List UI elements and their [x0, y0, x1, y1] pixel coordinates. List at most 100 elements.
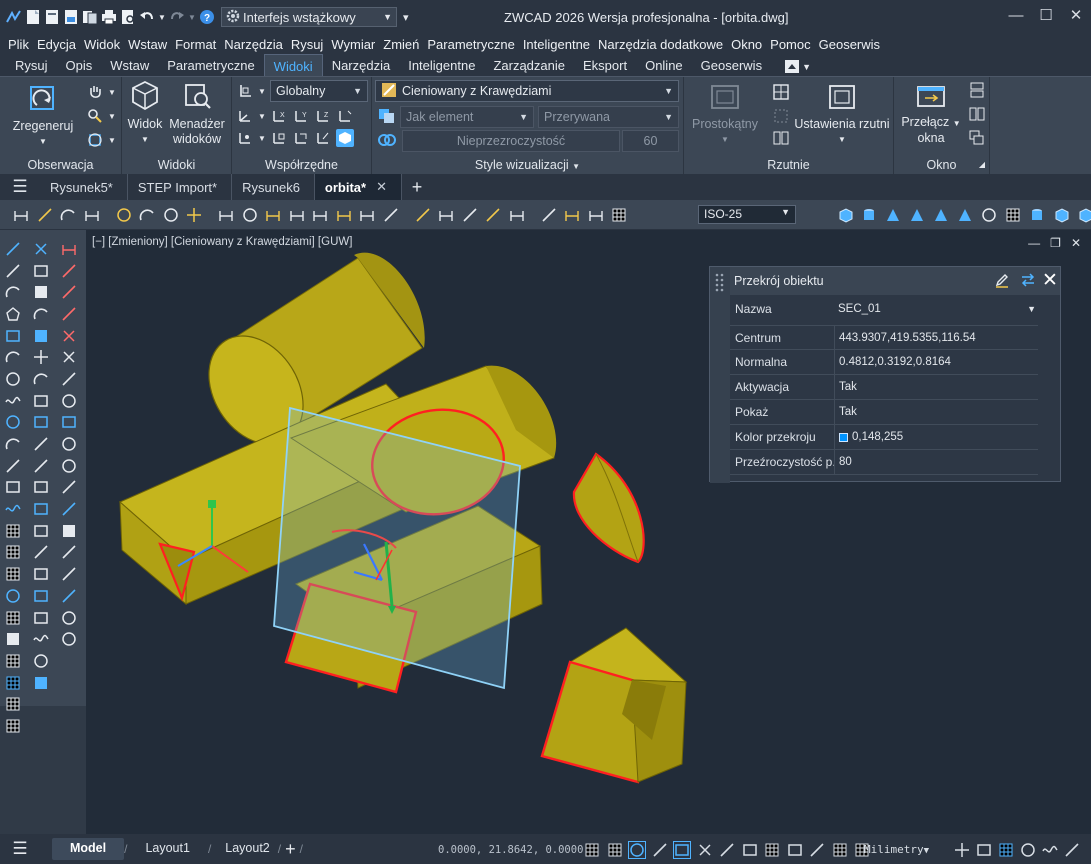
status-toggle-icon[interactable] [742, 842, 758, 858]
menu-okno[interactable]: Okno [729, 37, 768, 52]
prop-row-centrum[interactable]: Centrum 443.9307,419.5355,116.54 [730, 325, 1038, 350]
tool-palette-icon[interactable] [58, 325, 80, 347]
tab-zarzadzanie[interactable]: Zarządzanie [484, 54, 574, 76]
status-toggle-icon[interactable] [832, 842, 848, 858]
solid-tool-icon[interactable] [836, 206, 854, 224]
dimension-tool-icon[interactable] [115, 206, 133, 224]
tool-palette-icon[interactable] [58, 498, 80, 520]
pan-button[interactable]: ▼ [86, 83, 116, 101]
print-icon[interactable] [101, 9, 117, 25]
tool-palette-icon[interactable] [2, 607, 24, 629]
switch-window-button[interactable]: Przełącz ▼ okna [896, 83, 966, 146]
tool-palette-icon[interactable] [2, 390, 24, 412]
ucs-select[interactable]: Globalny ▼ [270, 80, 368, 102]
redo-icon[interactable] [169, 9, 185, 25]
ucs-icon-toggle[interactable] [335, 129, 354, 147]
wedge-piece[interactable] [540, 627, 688, 784]
tool-palette-icon[interactable] [2, 715, 24, 737]
dimstyle-select[interactable]: ISO-25 ▼ [698, 205, 796, 224]
tool-palette-icon[interactable] [2, 585, 24, 607]
dimension-tool-icon[interactable] [563, 206, 581, 224]
doc-tab-rysunek6[interactable]: Rysunek6 [232, 174, 315, 200]
tile-vertical-icon[interactable] [968, 105, 986, 123]
status-tool-icon[interactable] [954, 842, 970, 858]
solid-tool-icon[interactable] [1076, 206, 1091, 224]
tool-palette-icon[interactable] [2, 433, 24, 455]
tab-parametryczne[interactable]: Parametryczne [158, 54, 263, 76]
tool-palette-icon[interactable] [30, 520, 52, 542]
ucs-origin-icon[interactable] [336, 107, 354, 125]
menu-wstaw[interactable]: Wstaw [126, 37, 173, 52]
solid-tool-icon[interactable] [932, 206, 950, 224]
add-layout-icon[interactable]: + [285, 839, 296, 860]
new-sheet-icon[interactable] [44, 9, 60, 25]
status-toggle-icon[interactable] [607, 842, 623, 858]
menu-pomoc[interactable]: Pomoc [768, 37, 816, 52]
zoom-button[interactable]: ▼ [86, 107, 116, 125]
name-select[interactable]: SEC_01 ▼ [834, 296, 1038, 321]
tab-inteligentne[interactable]: Inteligentne [399, 54, 484, 76]
dimension-tool-icon[interactable] [335, 206, 353, 224]
tool-palette-icon[interactable] [30, 542, 52, 564]
tool-palette-icon[interactable] [2, 650, 24, 672]
menu-format[interactable]: Format [173, 37, 222, 52]
dimension-tool-icon[interactable] [185, 206, 203, 224]
view-manager-button[interactable]: Menadżer widoków [166, 81, 228, 147]
edge-color-icon[interactable] [378, 107, 396, 125]
status-toggle-icon[interactable] [628, 841, 646, 859]
tool-palette-icon[interactable] [2, 542, 24, 564]
status-toggle-icon[interactable] [584, 842, 600, 858]
doc-tab-rysunek5[interactable]: Rysunek5* [40, 174, 128, 200]
menu-inteligentne[interactable]: Inteligentne [521, 37, 596, 52]
units-select[interactable]: Milimetry▼ [864, 843, 929, 856]
dimension-tool-icon[interactable] [217, 206, 235, 224]
tool-palette-icon[interactable] [2, 303, 24, 325]
tool-palette-icon[interactable] [30, 412, 52, 434]
tool-palette-icon[interactable] [2, 520, 24, 542]
tool-palette-icon[interactable] [58, 455, 80, 477]
tool-palette-icon[interactable] [58, 607, 80, 629]
plot-preview-icon[interactable] [120, 9, 136, 25]
tool-palette-icon[interactable] [58, 477, 80, 499]
status-toggle-icon[interactable] [809, 842, 825, 858]
tool-palette-icon[interactable] [2, 260, 24, 282]
status-tool-icon[interactable] [976, 842, 992, 858]
dimension-tool-icon[interactable] [587, 206, 605, 224]
tool-palette-icon[interactable] [58, 346, 80, 368]
ucs-zaxis-icon[interactable] [314, 129, 332, 147]
tab-online[interactable]: Online [636, 54, 692, 76]
new-file-icon[interactable] [25, 9, 41, 25]
dimension-tool-icon[interactable] [12, 206, 30, 224]
panel-expand-icon[interactable]: ◢ [979, 160, 985, 169]
dimension-tool-icon[interactable] [484, 206, 502, 224]
dimension-tool-icon[interactable] [437, 206, 455, 224]
ucs-3point-icon[interactable] [236, 107, 254, 125]
tool-palette-icon[interactable] [2, 693, 24, 715]
doc-tab-step-import[interactable]: STEP Import* [128, 174, 233, 200]
menu-plik[interactable]: Plik [6, 37, 35, 52]
tool-palette-icon[interactable] [2, 498, 24, 520]
tool-palette-icon[interactable] [58, 433, 80, 455]
solid-tool-icon[interactable] [908, 206, 926, 224]
tool-palette-icon[interactable] [30, 477, 52, 499]
tool-palette-icon[interactable] [58, 368, 80, 390]
rect-viewport-button[interactable]: Prostokątny ▼ [686, 83, 764, 147]
dimension-tool-icon[interactable] [508, 206, 526, 224]
workspace-select[interactable]: Interfejs wstążkowy ▼ [221, 7, 397, 27]
element-color-select[interactable]: Jak element ▼ [400, 106, 534, 128]
tool-palette-icon[interactable] [30, 607, 52, 629]
maximize-icon[interactable]: ☐ [1031, 0, 1061, 30]
menu-wymiar[interactable]: Wymiar [329, 37, 381, 52]
tool-palette-icon[interactable] [2, 628, 24, 650]
ucs-x-icon[interactable]: X [270, 107, 288, 125]
tool-palette-icon[interactable] [2, 346, 24, 368]
cursor-coordinates[interactable]: 0.0000, 21.8642, 0.0000 [438, 844, 583, 856]
menu-zmien[interactable]: Zmień [381, 37, 425, 52]
customize-qa-icon[interactable]: ▾ [403, 11, 409, 24]
ucs-face-icon[interactable] [292, 129, 310, 147]
menu-geoserwis[interactable]: Geoserwis [817, 37, 886, 52]
dimension-tool-icon[interactable] [138, 206, 156, 224]
tool-palette-icon[interactable] [58, 563, 80, 585]
tool-palette-icon[interactable] [30, 672, 52, 694]
dimension-tool-icon[interactable] [162, 206, 180, 224]
